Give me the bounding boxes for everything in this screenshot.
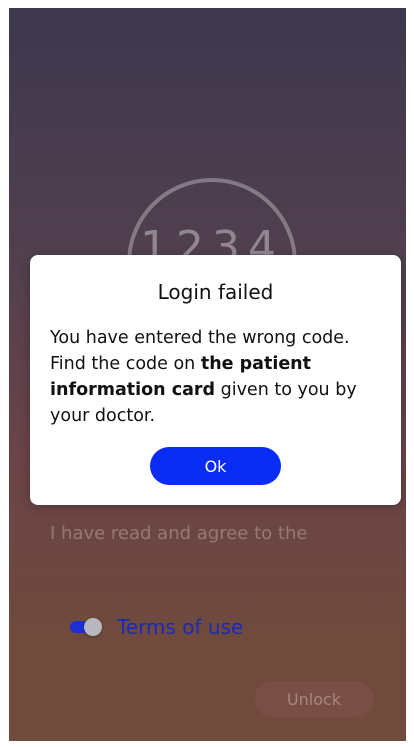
login-failed-dialog: Login failed You have entered the wrong … <box>30 255 401 505</box>
terms-of-use-link[interactable]: Terms of use <box>117 615 243 639</box>
app-screen: 1234 I have read and agree to the Terms … <box>9 8 406 741</box>
toggle-knob <box>84 618 102 636</box>
terms-toggle[interactable] <box>70 618 102 636</box>
agree-text: I have read and agree to the <box>50 523 308 544</box>
ok-button[interactable]: Ok <box>150 447 281 485</box>
dialog-title: Login failed <box>157 280 274 304</box>
unlock-button[interactable]: Unlock <box>254 681 374 717</box>
dialog-message: You have entered the wrong code. Find th… <box>50 325 383 429</box>
